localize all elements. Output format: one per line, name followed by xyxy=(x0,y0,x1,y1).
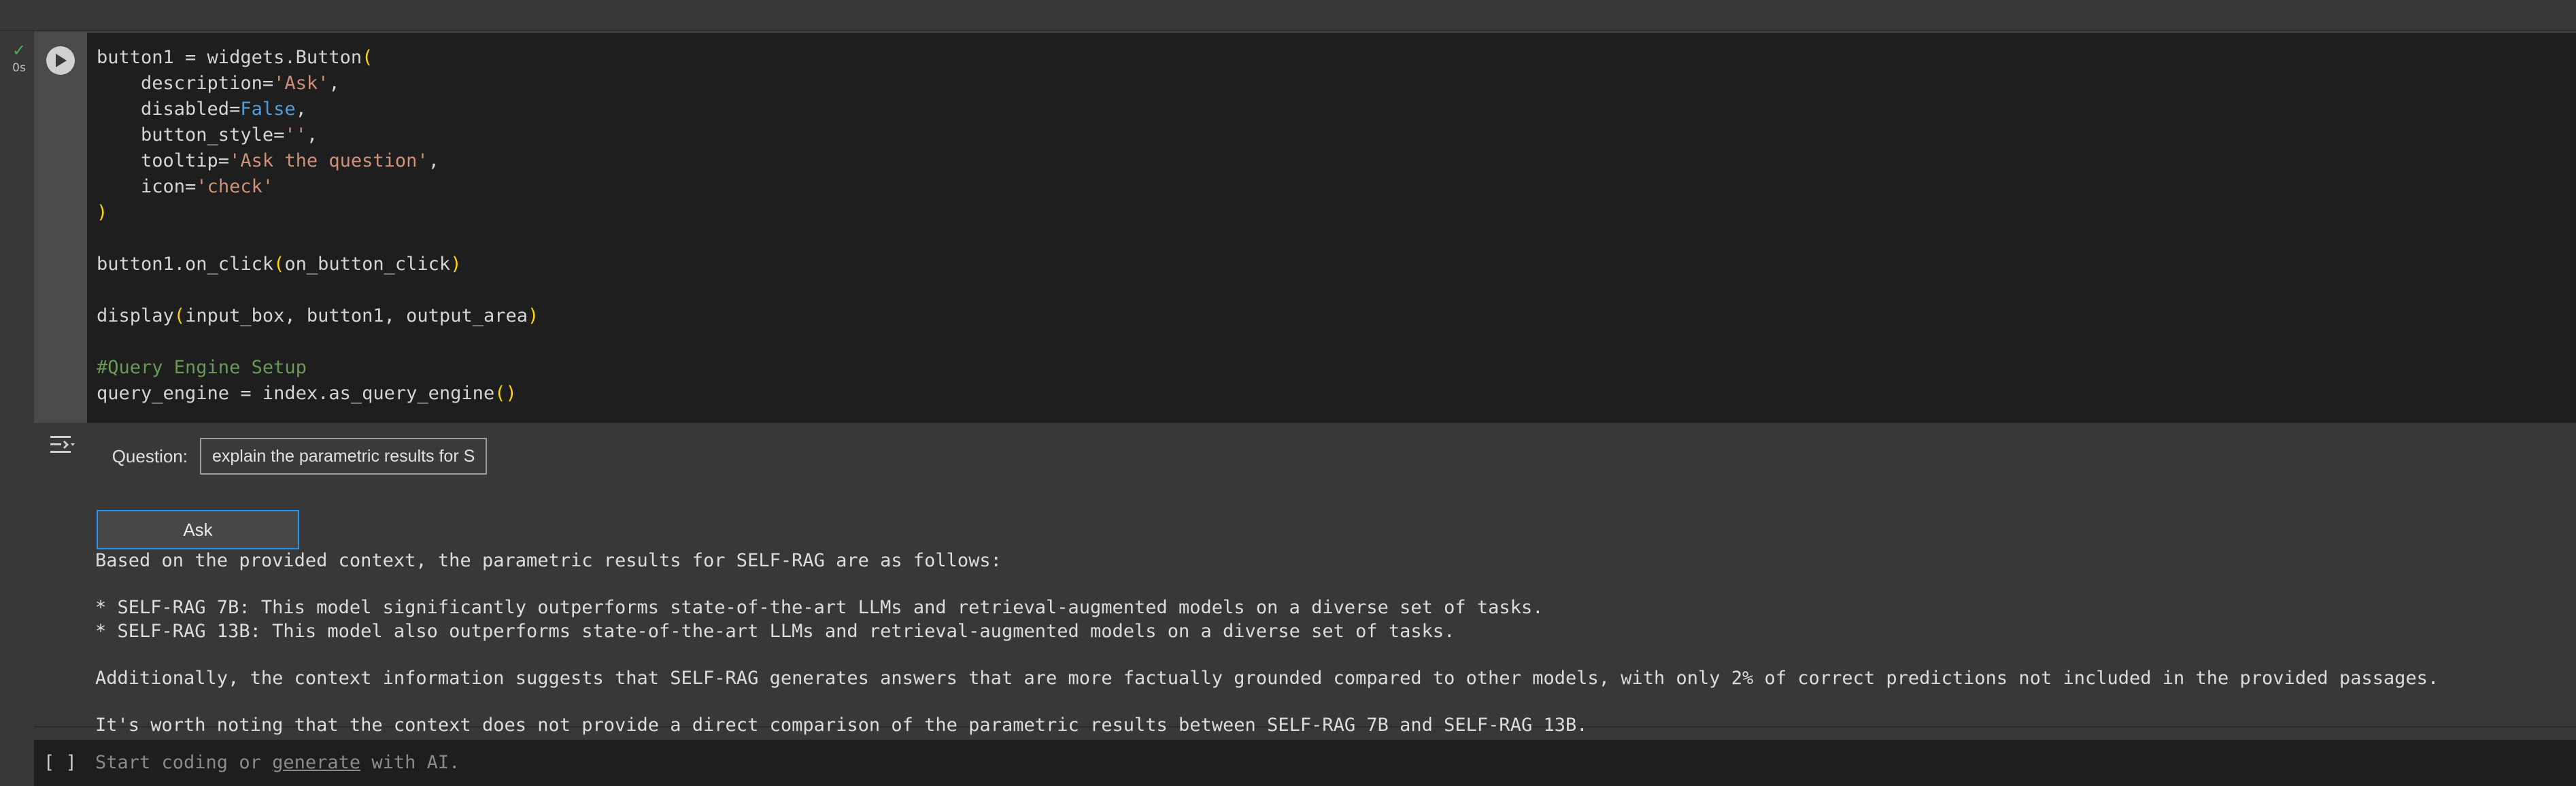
code-line: tooltip='Ask the question', xyxy=(97,148,2576,174)
code-token: tooltip= xyxy=(97,150,230,171)
code-line: display(input_box, button1, output_area) xyxy=(97,303,2576,329)
code-token: on_button_click xyxy=(284,254,451,275)
code-line: query_engine = index.as_query_engine() xyxy=(97,381,2576,407)
code-line: #Query Engine Setup xyxy=(97,355,2576,381)
cell-placeholder: Start coding or generate with AI. xyxy=(95,752,460,773)
answer-output: Based on the provided context, the param… xyxy=(95,549,2571,737)
code-line: icon='check' xyxy=(97,174,2576,200)
code-token: ( xyxy=(173,305,186,326)
output-line: * SELF-RAG 13B: This model also outperfo… xyxy=(95,620,1455,642)
code-token: button1 = widgets.Button xyxy=(97,47,362,68)
code-token: 'Ask the question' xyxy=(229,150,428,171)
play-icon xyxy=(56,54,67,67)
code-token: button_style= xyxy=(97,124,285,146)
code-editor[interactable]: button1 = widgets.Button( description='A… xyxy=(87,33,2576,423)
ask-button[interactable]: Ask xyxy=(97,510,299,549)
output-options-icon[interactable] xyxy=(48,430,78,460)
check-icon: ✓ xyxy=(12,41,27,60)
code-token: ( xyxy=(273,254,285,275)
execution-status: ✓ 0s xyxy=(5,42,33,75)
code-token: '' xyxy=(284,124,307,146)
cell-output: Question: Ask Based on the provided cont… xyxy=(34,423,2576,736)
output-line: Additionally, the context information su… xyxy=(95,667,2439,689)
code-line: button_style='', xyxy=(97,122,2576,148)
code-token: icon= xyxy=(97,176,197,197)
run-cell-button[interactable] xyxy=(46,46,75,75)
placeholder-prefix: Start coding or xyxy=(95,752,273,773)
placeholder-suffix: with AI. xyxy=(360,752,460,773)
output-line: Based on the provided context, the param… xyxy=(95,550,1002,571)
question-label: Question: xyxy=(112,445,188,466)
code-token: query_engine = index.as_query_engine xyxy=(97,383,495,404)
code-token: display xyxy=(97,305,174,326)
generate-link[interactable]: generate xyxy=(272,752,360,773)
code-line: button1 = widgets.Button( xyxy=(97,45,2576,71)
code-token: ) xyxy=(527,305,539,326)
code-token: ( xyxy=(362,47,373,68)
left-gutter xyxy=(0,31,34,738)
output-line: It's worth noting that the context does … xyxy=(95,714,1588,736)
question-input[interactable] xyxy=(200,438,487,475)
code-token: , xyxy=(328,73,340,94)
cell-toolbar xyxy=(34,33,87,423)
code-line: button1.on_click(on_button_click) xyxy=(97,252,2576,277)
code-token: , xyxy=(295,99,307,120)
execution-time: 0s xyxy=(12,61,26,75)
code-token: ) xyxy=(450,254,462,275)
code-line: description='Ask', xyxy=(97,71,2576,97)
code-token: input_box, button1, output_area xyxy=(185,305,528,326)
code-token: #Query Engine Setup xyxy=(97,357,307,378)
code-token: , xyxy=(306,124,318,146)
code-token: False xyxy=(240,99,296,120)
code-token: disabled= xyxy=(97,99,241,120)
code-token: () xyxy=(494,383,517,404)
code-token: description= xyxy=(97,73,274,94)
code-token: 'check' xyxy=(196,176,274,197)
code-token: ) xyxy=(97,202,108,223)
empty-code-cell[interactable]: [ ] Start coding or generate with AI. xyxy=(34,740,2576,786)
output-line: * SELF-RAG 7B: This model significantly … xyxy=(95,597,1544,618)
code-token: 'Ask' xyxy=(273,73,329,94)
previous-cell-bottom xyxy=(0,0,2576,31)
code-token: , xyxy=(428,150,439,171)
code-cell[interactable]: button1 = widgets.Button( description='A… xyxy=(34,31,2576,736)
code-line: ) xyxy=(97,200,2576,226)
code-token: button1.on_click xyxy=(97,254,274,275)
question-widget: Question: xyxy=(99,437,487,476)
code-line: disabled=False, xyxy=(97,97,2576,122)
cell-execution-count: [ ] xyxy=(44,752,77,773)
